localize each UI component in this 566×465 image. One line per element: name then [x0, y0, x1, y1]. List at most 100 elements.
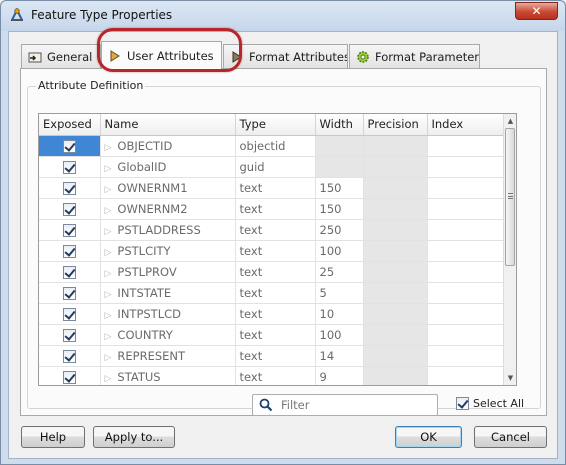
- column-header-precision[interactable]: Precision: [363, 114, 428, 136]
- table-row[interactable]: ▷ INTPSTLCD text 10: [39, 303, 506, 325]
- exposed-checkbox[interactable]: [62, 181, 76, 195]
- attribute-table: Exposed Name Type Width Precision Index: [39, 114, 506, 385]
- ok-button[interactable]: OK: [395, 426, 462, 448]
- exposed-cell[interactable]: [39, 156, 101, 178]
- exposed-cell[interactable]: [39, 261, 101, 283]
- table-row[interactable]: ▷ INTSTATE text 5: [39, 282, 506, 304]
- attribute-name: OWNERNM2: [117, 201, 188, 216]
- table-row[interactable]: ▷ COUNTRY text 100: [39, 324, 506, 346]
- precision-cell: [363, 156, 428, 178]
- scroll-down-arrow-icon[interactable]: ▼: [504, 371, 516, 385]
- exposed-checkbox[interactable]: [62, 328, 76, 342]
- type-cell: text: [235, 261, 316, 283]
- index-cell: [427, 261, 506, 283]
- width-cell: [315, 135, 364, 157]
- expand-arrow-icon: ▷: [104, 352, 112, 363]
- expand-arrow-icon: ▷: [104, 289, 112, 300]
- attribute-grid[interactable]: Exposed Name Type Width Precision Index: [38, 113, 517, 386]
- column-header-name[interactable]: Name: [100, 114, 236, 136]
- help-button[interactable]: Help: [21, 426, 85, 448]
- exposed-cell[interactable]: [39, 324, 101, 346]
- select-all-label[interactable]: Select All: [473, 397, 524, 410]
- tab-format-parameters[interactable]: Format Parameters: [349, 44, 480, 68]
- column-header-index[interactable]: Index: [427, 114, 506, 136]
- name-cell: ▷ COUNTRY: [100, 324, 236, 346]
- exposed-cell[interactable]: [39, 240, 101, 262]
- exposed-checkbox[interactable]: [62, 349, 76, 363]
- filter-input[interactable]: [279, 397, 429, 413]
- table-row[interactable]: ▷ REPRESENT text 14: [39, 345, 506, 367]
- apply-to-button[interactable]: Apply to...: [93, 426, 175, 448]
- scroll-thumb[interactable]: [505, 128, 515, 266]
- precision-cell: [363, 261, 428, 283]
- exposed-cell[interactable]: [39, 345, 101, 367]
- exposed-checkbox[interactable]: [62, 370, 76, 384]
- exposed-checkbox[interactable]: [62, 244, 76, 258]
- type-cell: text: [235, 198, 316, 220]
- table-row[interactable]: ▷ PSTLADDRESS text 250: [39, 219, 506, 241]
- attribute-name: INTPSTLCD: [117, 306, 181, 321]
- title-bar[interactable]: Feature Type Properties ✕: [1, 1, 565, 31]
- exposed-cell[interactable]: [39, 303, 101, 325]
- close-button[interactable]: ✕: [515, 2, 558, 20]
- width-cell: 9: [315, 366, 364, 385]
- general-icon: [28, 52, 42, 62]
- width-cell: 14: [315, 345, 364, 367]
- exposed-checkbox[interactable]: [62, 139, 76, 153]
- type-cell: text: [235, 324, 316, 346]
- table-row[interactable]: ▷ STATUS text 9: [39, 366, 506, 385]
- attribute-name: COUNTRY: [117, 327, 173, 342]
- cancel-button[interactable]: Cancel: [474, 426, 547, 448]
- exposed-cell[interactable]: [39, 135, 101, 157]
- exposed-cell[interactable]: [39, 177, 101, 199]
- exposed-cell[interactable]: [39, 198, 101, 220]
- table-row[interactable]: ▷ PSTLCITY text 100: [39, 240, 506, 262]
- exposed-cell[interactable]: [39, 366, 101, 385]
- select-all-control[interactable]: Select All: [456, 397, 524, 410]
- index-cell: [427, 135, 506, 157]
- tab-general[interactable]: General: [21, 44, 101, 68]
- width-cell: 100: [315, 240, 364, 262]
- group-label: Attribute Definition: [36, 79, 146, 92]
- precision-cell: [363, 345, 428, 367]
- index-cell: [427, 303, 506, 325]
- table-row[interactable]: ▷ OBJECTID objectid: [39, 135, 506, 157]
- exposed-checkbox[interactable]: [62, 307, 76, 321]
- scroll-up-arrow-icon[interactable]: ▲: [504, 114, 516, 128]
- expand-arrow-icon: ▷: [104, 205, 112, 216]
- type-cell: text: [235, 366, 316, 385]
- table-row[interactable]: ▷ PSTLPROV text 25: [39, 261, 506, 283]
- column-header-width[interactable]: Width: [315, 114, 364, 136]
- vertical-scrollbar[interactable]: ▲ ▼: [503, 114, 516, 385]
- user-attributes-panel: Attribute Definition Exposed Name Type W…: [20, 68, 547, 416]
- table-row[interactable]: ▷ GlobalID guid: [39, 156, 506, 178]
- type-cell: guid: [235, 156, 316, 178]
- table-row[interactable]: ▷ OWNERNM1 text 150: [39, 177, 506, 199]
- width-cell: 250: [315, 219, 364, 241]
- index-cell: [427, 345, 506, 367]
- precision-cell: [363, 177, 428, 199]
- select-all-checkbox[interactable]: [456, 397, 469, 410]
- exposed-cell[interactable]: [39, 219, 101, 241]
- attribute-name: PSTLPROV: [117, 264, 177, 279]
- expand-arrow-icon: ▷: [104, 142, 112, 153]
- expand-arrow-icon: ▷: [104, 268, 112, 279]
- name-cell: ▷ PSTLADDRESS: [100, 219, 236, 241]
- index-cell: [427, 282, 506, 304]
- index-cell: [427, 366, 506, 385]
- filter-field[interactable]: [252, 394, 438, 416]
- table-row[interactable]: ▷ OWNERNM2 text 150: [39, 198, 506, 220]
- search-icon: [259, 398, 273, 412]
- exposed-checkbox[interactable]: [62, 202, 76, 216]
- column-header-type[interactable]: Type: [235, 114, 316, 136]
- exposed-checkbox[interactable]: [62, 265, 76, 279]
- width-cell: [315, 156, 364, 178]
- exposed-checkbox[interactable]: [62, 160, 76, 174]
- exposed-checkbox[interactable]: [62, 286, 76, 300]
- exposed-checkbox[interactable]: [62, 223, 76, 237]
- type-cell: objectid: [235, 135, 316, 157]
- exposed-cell[interactable]: [39, 282, 101, 304]
- name-cell: ▷ REPRESENT: [100, 345, 236, 367]
- column-header-exposed[interactable]: Exposed: [39, 114, 101, 136]
- width-cell: 150: [315, 177, 364, 199]
